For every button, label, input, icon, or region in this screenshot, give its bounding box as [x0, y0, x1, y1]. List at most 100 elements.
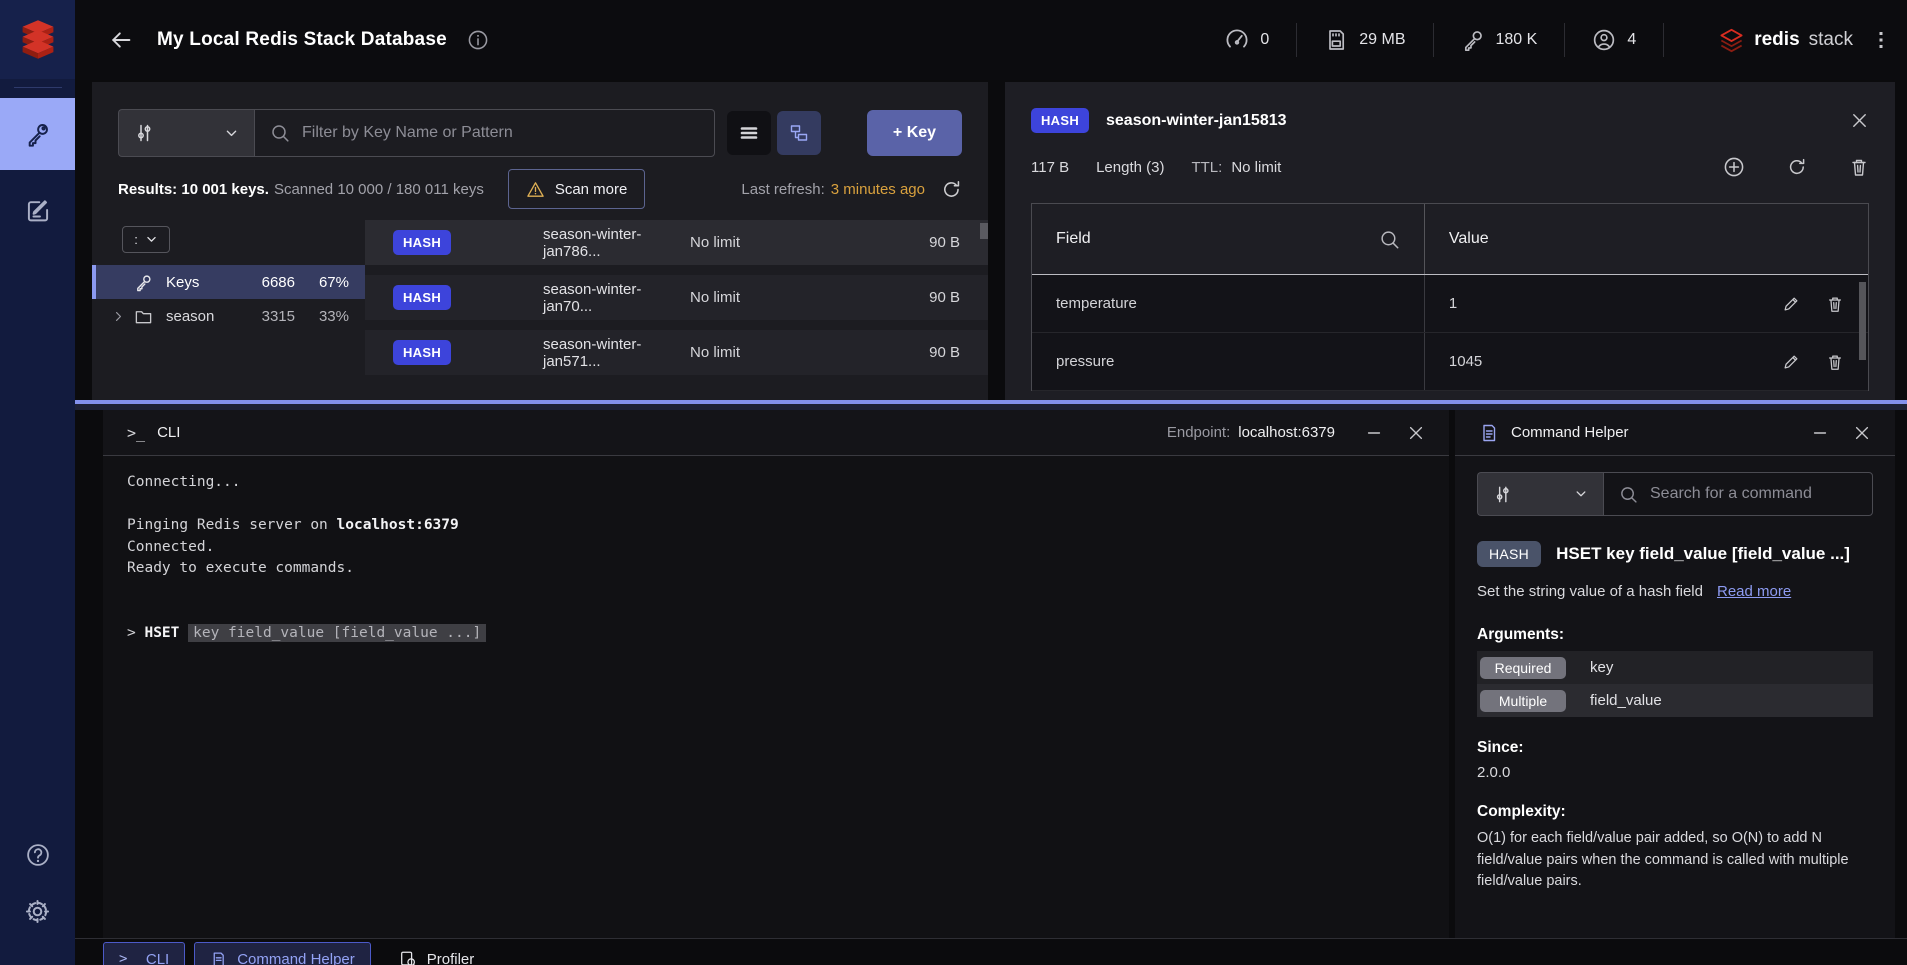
key-icon [134, 273, 153, 292]
help-icon [25, 842, 51, 868]
complexity-text: O(1) for each field/value pair added, so… [1477, 828, 1873, 893]
key-search-box [254, 109, 715, 157]
column-field-label[interactable]: Field [1056, 230, 1091, 248]
delimiter-dropdown[interactable]: : [122, 226, 170, 253]
delete-key-button[interactable] [1849, 157, 1869, 177]
column-value-label[interactable]: Value [1449, 230, 1489, 248]
command-helper-panel: Command Helper [1455, 410, 1895, 938]
settings-gear-icon [24, 898, 51, 925]
chevron-right-icon[interactable] [112, 310, 125, 323]
tree-node-percent: 33% [307, 308, 349, 325]
document-icon [210, 951, 227, 965]
delete-field-button[interactable] [1826, 295, 1844, 313]
tree-node-label: season [166, 308, 214, 325]
back-button[interactable] [109, 28, 133, 52]
tree-node-percent: 67% [307, 274, 349, 291]
cli-line: Pinging Redis server on localhost:6379 [127, 515, 1425, 537]
key-filter-input[interactable] [302, 124, 699, 142]
read-more-link[interactable]: Read more [1717, 583, 1791, 600]
add-key-button[interactable]: + Key [867, 110, 962, 156]
key-type-filter-dropdown[interactable] [118, 109, 254, 157]
command-helper-title: Command Helper [1511, 424, 1629, 441]
redis-logo[interactable] [0, 0, 75, 79]
key-type-badge: HASH [393, 340, 451, 365]
table-scrollbar[interactable] [1859, 282, 1866, 360]
key-list-scrollbar[interactable] [980, 223, 988, 239]
tab-profiler-label: Profiler [427, 951, 475, 965]
key-size: 90 B [890, 234, 960, 251]
scan-more-button[interactable]: Scan more [508, 169, 646, 209]
sidebar-item-browser[interactable] [0, 98, 75, 170]
key-ttl: No limit [690, 234, 890, 251]
keys-tree: : Keys [92, 220, 365, 400]
edit-field-button[interactable] [1782, 353, 1800, 371]
selected-key-name[interactable]: season-winter-jan15813 [1106, 112, 1287, 130]
memory-card-icon [1324, 28, 1348, 52]
workbench-icon [25, 197, 51, 223]
tree-view-button[interactable] [777, 111, 821, 155]
key-row[interactable]: HASH season-winter-jan571... No limit 90… [365, 330, 988, 375]
key-details-panel: HASH season-winter-jan15813 117 B Length… [1005, 82, 1895, 400]
terminal-prompt-icon: >_ [119, 951, 136, 965]
close-cli-button[interactable] [1407, 424, 1425, 442]
info-icon[interactable] [467, 29, 489, 51]
field-search-icon[interactable] [1379, 229, 1400, 250]
user-icon [1592, 28, 1616, 52]
cli-prompt-line[interactable]: > HSET key field_value [field_value ...] [127, 623, 1425, 645]
since-value: 2.0.0 [1477, 764, 1873, 781]
delete-field-button[interactable] [1826, 353, 1844, 371]
since-label: Since: [1477, 739, 1873, 757]
divider [1663, 23, 1664, 57]
tab-command-helper[interactable]: Command Helper [194, 942, 371, 965]
tab-profiler[interactable]: Profiler [384, 942, 490, 965]
results-count: Results: 10 001 keys. [118, 181, 269, 198]
key-ttl: No limit [690, 289, 890, 306]
edit-field-button[interactable] [1782, 295, 1800, 313]
minimize-cli-button[interactable] [1365, 424, 1383, 442]
browser-panel: + Key Results: 10 001 keys. Scanned 10 0… [92, 82, 988, 400]
key-name: season-winter-jan571... [543, 336, 690, 370]
profiler-icon [399, 950, 417, 965]
refresh-key-button[interactable] [1787, 157, 1807, 177]
page-title: My Local Redis Stack Database [157, 29, 447, 51]
minimize-helper-button[interactable] [1811, 424, 1829, 442]
field-name: pressure [1056, 353, 1114, 370]
list-view-button[interactable] [727, 111, 771, 155]
stat-keys: 180 K [1461, 28, 1538, 52]
ttl-label: TTL: [1191, 159, 1222, 176]
chevron-down-icon [1574, 487, 1588, 501]
key-type-badge: HASH [393, 285, 451, 310]
sidebar-item-workbench[interactable] [0, 174, 75, 246]
tree-node-keys[interactable]: Keys 6686 67% [92, 265, 365, 299]
sidebar-item-help[interactable] [0, 827, 75, 883]
refresh-keys-icon[interactable] [941, 179, 962, 200]
command-filter-dropdown[interactable] [1477, 472, 1603, 516]
key-ttl: No limit [690, 344, 890, 361]
close-details-button[interactable] [1850, 111, 1869, 130]
key-length-value: Length (3) [1096, 159, 1164, 176]
kebab-menu-icon[interactable] [1873, 30, 1889, 50]
filter-sliders-icon [1493, 485, 1512, 504]
command-helper-body: HASH HSET key field_value [field_value .… [1455, 456, 1895, 938]
key-name: season-winter-jan70... [543, 281, 690, 315]
sidebar-divider [14, 87, 62, 88]
key-row[interactable]: HASH season-winter-jan70... No limit 90 … [365, 275, 988, 320]
argument-name: field_value [1590, 692, 1662, 709]
command-group-badge: HASH [1477, 541, 1541, 567]
close-helper-button[interactable] [1853, 424, 1871, 442]
tab-cli[interactable]: >_ CLI [103, 942, 185, 965]
tab-cli-label: CLI [146, 951, 169, 965]
add-field-button[interactable] [1723, 156, 1745, 178]
command-search-input[interactable] [1650, 485, 1857, 503]
brand-stack: stack [1809, 29, 1853, 51]
hash-fields-table: Field Value temperature [1031, 203, 1869, 391]
sidebar-item-settings[interactable] [0, 883, 75, 939]
cli-output[interactable]: Connecting... Pinging Redis server on lo… [103, 456, 1449, 938]
cli-header: >_ CLI Endpoint: localhost:6379 [103, 410, 1449, 456]
folder-icon [134, 307, 153, 326]
key-row[interactable]: HASH season-winter-jan786... No limit 90… [365, 220, 988, 265]
ttl-value[interactable]: No limit [1231, 159, 1281, 176]
filter-sliders-icon [134, 123, 154, 143]
tree-node-season[interactable]: season 3315 33% [92, 299, 365, 333]
list-view-icon [739, 123, 759, 143]
